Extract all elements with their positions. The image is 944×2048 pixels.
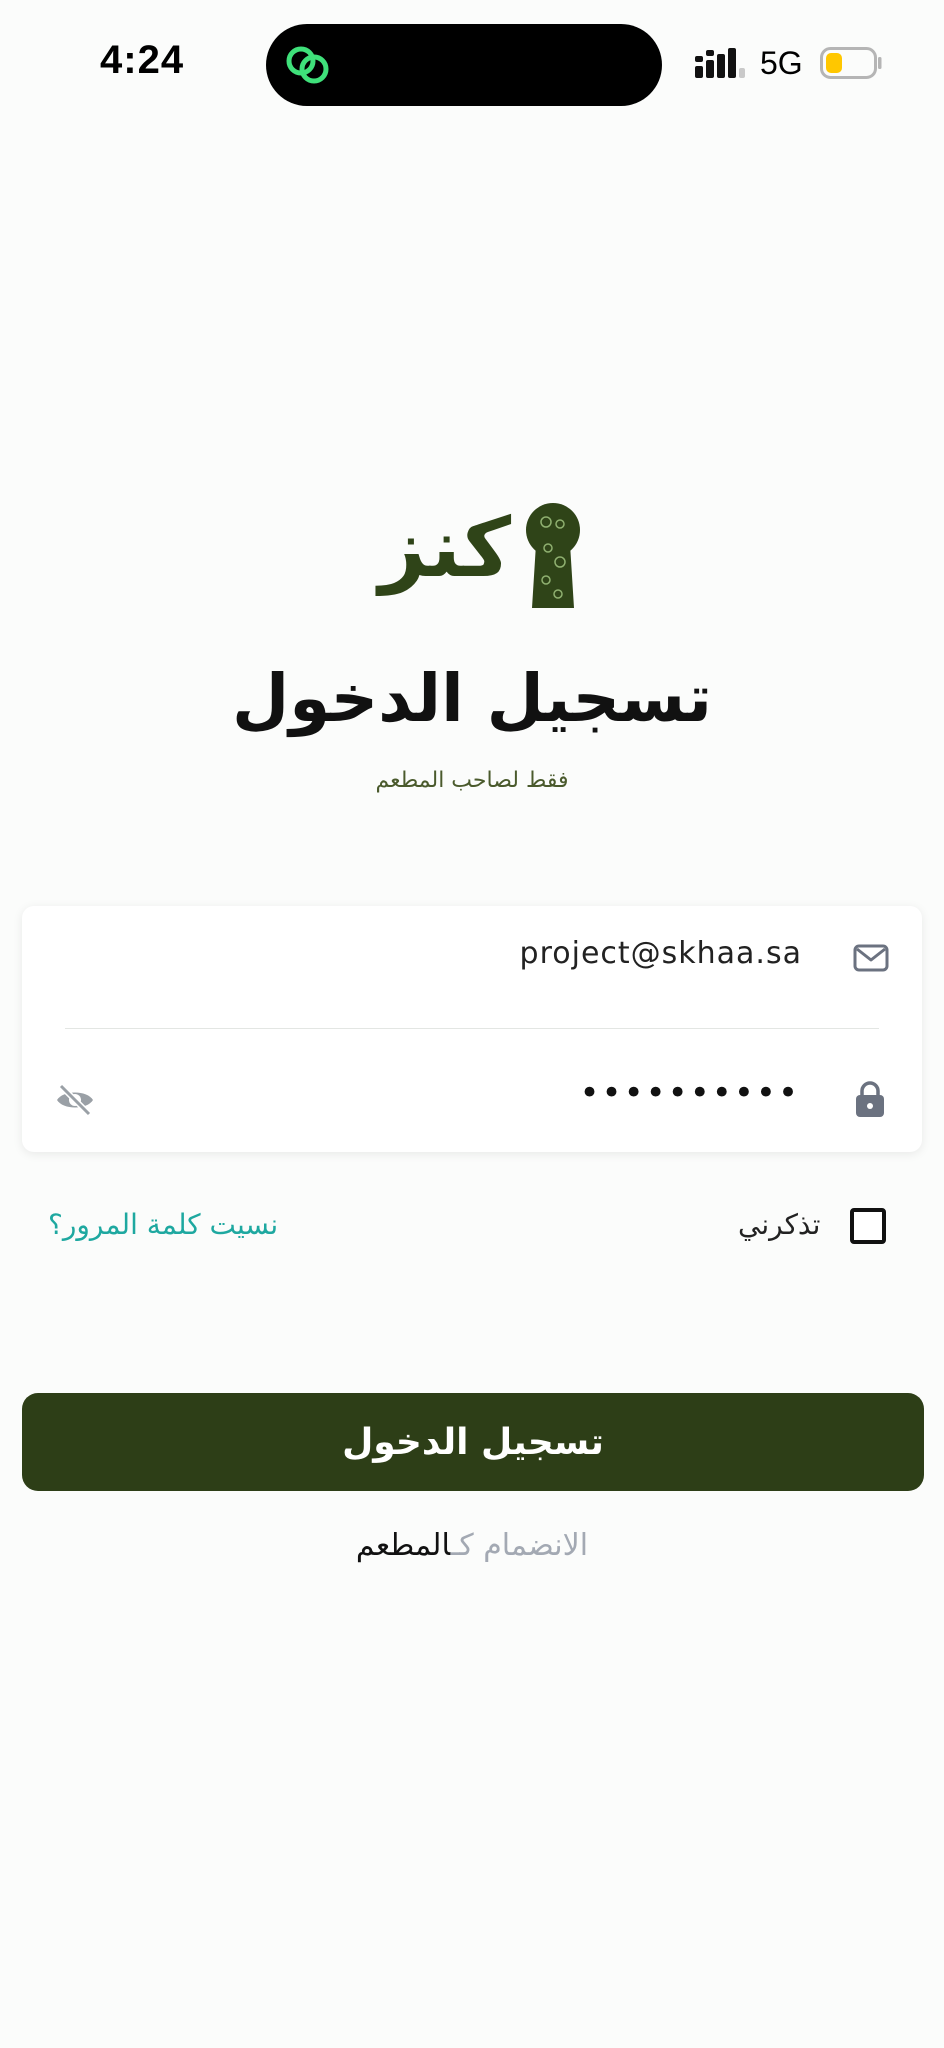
forgot-password-link[interactable]: نسيت كلمة المرور؟ <box>48 1208 278 1241</box>
keyhole-logo-icon <box>526 503 580 608</box>
login-button[interactable]: تسجيل الدخول <box>22 1393 924 1491</box>
network-type: 5G <box>760 45 803 81</box>
battery-icon <box>820 47 882 79</box>
kanz-logo: كنز <box>375 501 580 608</box>
eye-slash-icon[interactable] <box>55 1083 95 1117</box>
join-prefix: الانضمام كـ <box>450 1528 589 1563</box>
password-field[interactable]: •••••••••• <box>579 1073 800 1113</box>
logo-wordmark: كنز <box>375 501 511 596</box>
signal-strength-icon <box>695 48 745 78</box>
lock-icon <box>856 1081 884 1117</box>
page-title: تسجيل الدخول <box>231 660 713 737</box>
page-subtitle: فقط لصاحب المطعم <box>375 768 569 793</box>
link-app-icon <box>286 46 329 84</box>
remember-me-checkbox[interactable] <box>850 1208 886 1244</box>
join-as-restaurant-link[interactable]: الانضمام كـالمطعم <box>0 1528 944 1563</box>
dynamic-island <box>266 24 662 106</box>
join-role[interactable]: المطعم <box>356 1528 451 1563</box>
mail-icon <box>853 944 889 972</box>
status-time: 4:24 <box>100 38 185 82</box>
field-divider <box>65 1028 879 1029</box>
remember-me-label[interactable]: تذكرني <box>738 1208 820 1241</box>
email-field[interactable]: project@skhaa.sa <box>520 936 802 971</box>
